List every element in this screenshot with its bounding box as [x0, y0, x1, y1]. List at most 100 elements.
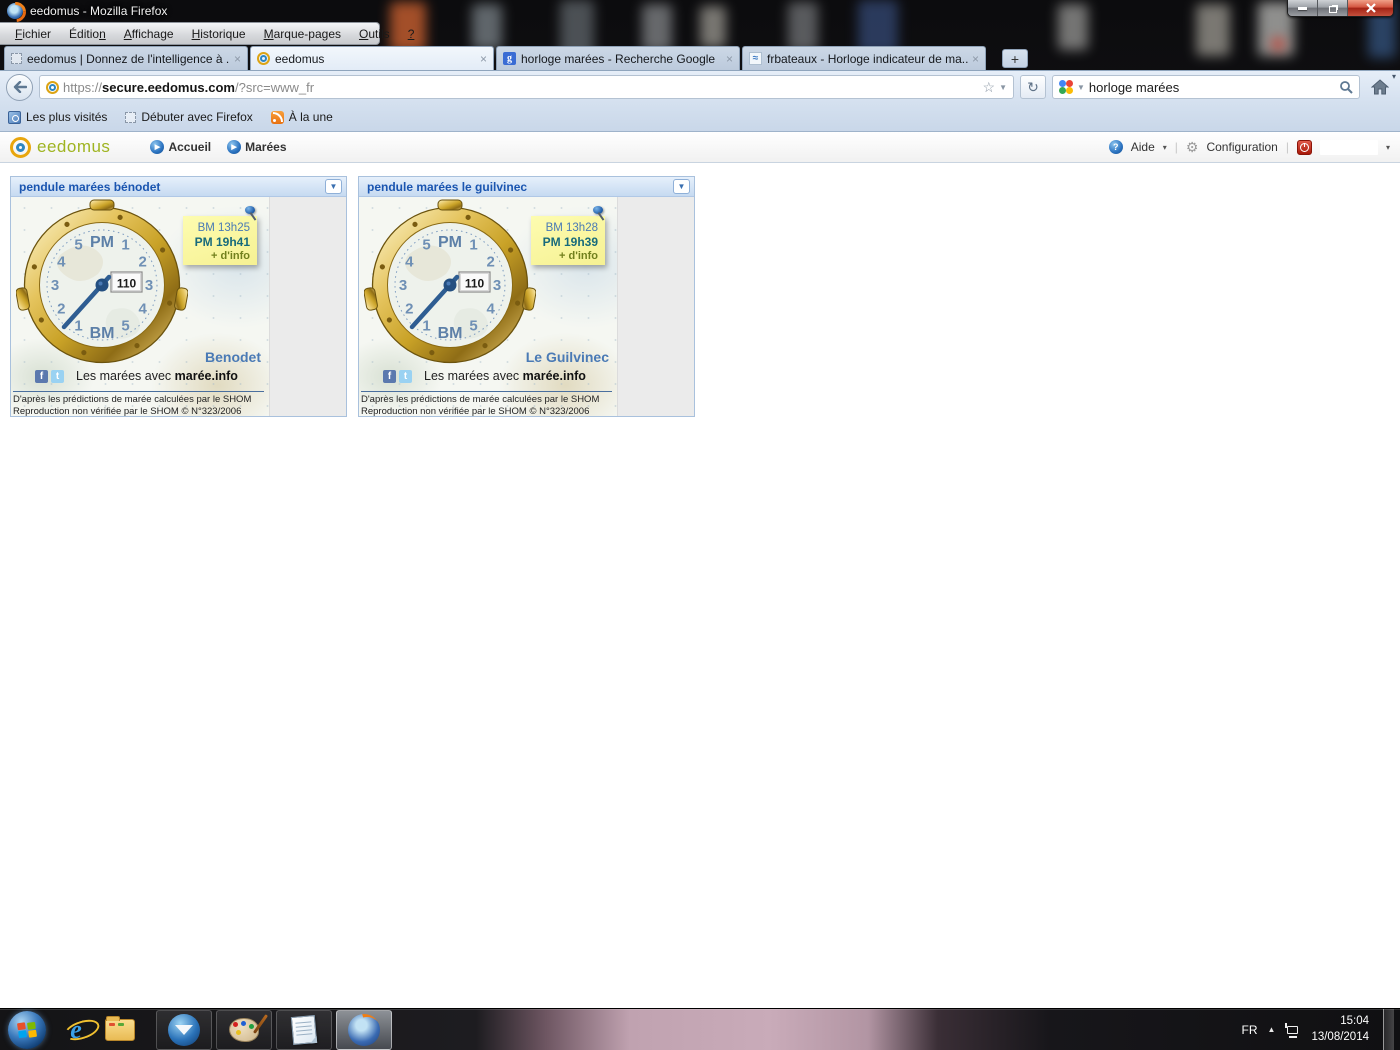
widget-header: pendule marées bénodet ▼: [11, 177, 346, 197]
taskbar-notepad[interactable]: [276, 1010, 332, 1050]
svg-text:1: 1: [469, 237, 477, 254]
window-controls: [1287, 0, 1394, 17]
menu-historique[interactable]: Historique: [183, 25, 255, 43]
tab-close-icon[interactable]: ×: [234, 52, 241, 66]
facebook-icon[interactable]: f: [383, 370, 396, 383]
tab-eedomus-secure[interactable]: eedomus ×: [250, 46, 494, 70]
taskbar-explorer[interactable]: [98, 1010, 142, 1050]
widget-title: pendule marées bénodet: [19, 180, 325, 194]
menu-bar: Fichier Édition Affichage Historique Mar…: [0, 22, 380, 45]
taskbar-firefox-active[interactable]: [336, 1010, 392, 1050]
svg-text:2: 2: [487, 254, 495, 271]
maree-info-caption[interactable]: Les marées avec marée.info: [76, 369, 238, 383]
menu-affichage[interactable]: Affichage: [115, 25, 183, 43]
high-tide-time: PM 19h41: [183, 235, 250, 250]
widget-panel-benodet: pendule marées bénodet ▼: [10, 176, 347, 417]
tab-strip: eedomus | Donnez de l'intelligence à ...…: [0, 45, 1400, 70]
shom-fineprint: D'après les prédictions de marée calculé…: [361, 394, 617, 416]
high-tide-time: PM 19h39: [531, 235, 598, 250]
start-button[interactable]: [8, 1011, 46, 1049]
tide-widget-image[interactable]: PM BM 1 2 3 4 5 1 2 3 4 5 110: [359, 197, 617, 416]
menu-aide[interactable]: ?: [399, 25, 424, 43]
show-desktop-button[interactable]: [1383, 1009, 1394, 1050]
bookmark-getting-started[interactable]: Débuter avec Firefox: [125, 110, 252, 124]
minimize-button[interactable]: [1288, 0, 1318, 16]
back-button[interactable]: [6, 74, 33, 101]
divider: [361, 391, 612, 392]
tab-frbateaux[interactable]: ≈ frbateaux - Horloge indicateur de ma..…: [742, 46, 986, 70]
taskbar: e FR ▲ 15:04 13/08/2014: [0, 1008, 1400, 1050]
eedomus-logo[interactable]: eedomus: [10, 137, 110, 158]
tide-widget-image[interactable]: PM BM 1 2 3 4 5 1 2 3 4 5 110: [11, 197, 269, 416]
svg-text:5: 5: [469, 318, 477, 335]
arrow-circle-icon: ▶: [150, 140, 164, 154]
low-tide-time: BM 13h28: [531, 221, 598, 235]
eedomus-favicon-icon: [257, 52, 270, 65]
tab-close-icon[interactable]: ×: [480, 52, 487, 66]
page-content: pendule marées bénodet ▼: [0, 163, 1400, 1008]
gear-icon: ⚙: [1186, 139, 1199, 156]
widget-header: pendule marées le guilvinec ▼: [359, 177, 694, 197]
language-indicator[interactable]: FR: [1242, 1023, 1258, 1037]
url-dropdown-icon[interactable]: ▼: [999, 83, 1007, 92]
configuration-link[interactable]: Configuration: [1206, 140, 1277, 154]
pushpin-icon: [245, 206, 255, 214]
twitter-icon[interactable]: t: [51, 370, 64, 383]
arrow-circle-icon: ▶: [227, 140, 241, 154]
chevron-down-icon[interactable]: ▾: [1386, 143, 1390, 152]
bookmark-most-visited[interactable]: Les plus visités: [8, 110, 107, 124]
firefox-icon: [7, 3, 23, 19]
network-icon[interactable]: [1285, 1023, 1301, 1037]
maree-info-caption[interactable]: Les marées avec marée.info: [424, 369, 586, 383]
search-engine-dropdown-icon[interactable]: ▼: [1077, 83, 1085, 92]
tide-note[interactable]: BM 13h25 PM 19h41 + d'info: [183, 216, 257, 265]
search-icon[interactable]: [1339, 80, 1353, 94]
google-icon: [1059, 80, 1073, 94]
search-bar[interactable]: ▼ horloge marées: [1052, 75, 1360, 99]
menu-fichier[interactable]: Fichier: [6, 25, 60, 43]
facebook-icon[interactable]: f: [35, 370, 48, 383]
widget-menu-button[interactable]: ▼: [673, 179, 690, 194]
more-info-link[interactable]: + d'info: [531, 250, 598, 264]
eedomus-logo-text: eedomus: [37, 137, 110, 157]
tab-google-search[interactable]: g horloge marées - Recherche Google ×: [496, 46, 740, 70]
tab-close-icon[interactable]: ×: [972, 52, 979, 66]
nav-label: Accueil: [168, 140, 211, 154]
home-button[interactable]: [1366, 74, 1394, 100]
eedomus-logo-icon: [10, 137, 31, 158]
tide-clock: PM BM 1 2 3 4 5 1 2 3 4 5 110: [16, 199, 188, 371]
help-menu[interactable]: Aide: [1131, 140, 1155, 154]
divider: |: [1175, 140, 1178, 154]
nav-marees[interactable]: ▶ Marées: [227, 140, 286, 154]
tab-eedomus-www[interactable]: eedomus | Donnez de l'intelligence à ...…: [4, 46, 248, 70]
twitter-icon[interactable]: t: [399, 370, 412, 383]
tide-note[interactable]: BM 13h28 PM 19h39 + d'info: [531, 216, 605, 265]
navigation-toolbar: https://secure.eedomus.com/?src=www_fr ☆…: [0, 70, 1400, 103]
clock[interactable]: 15:04 13/08/2014: [1311, 1014, 1369, 1045]
close-button[interactable]: [1348, 0, 1393, 16]
tab-close-icon[interactable]: ×: [726, 52, 733, 66]
taskbar-paint[interactable]: [216, 1010, 272, 1050]
url-bar[interactable]: https://secure.eedomus.com/?src=www_fr ☆…: [39, 75, 1014, 99]
more-info-link[interactable]: + d'info: [183, 250, 250, 264]
menu-marque-pages[interactable]: Marque-pages: [255, 25, 350, 43]
eedomus-toolbar: eedomus ▶ Accueil ▶ Marées ? Aide ▾ | ⚙ …: [0, 132, 1400, 163]
tray-expand-icon[interactable]: ▲: [1268, 1025, 1276, 1034]
overflow-chevron-icon[interactable]: ▾: [1392, 72, 1396, 81]
widget-menu-button[interactable]: ▼: [325, 179, 342, 194]
logout-power-icon[interactable]: [1297, 140, 1312, 155]
taskbar-thunderbird[interactable]: [156, 1010, 212, 1050]
search-input[interactable]: horloge marées: [1089, 80, 1335, 95]
bookmark-latest-headlines[interactable]: À la une: [271, 110, 333, 124]
menu-outils[interactable]: Outils: [350, 25, 399, 43]
taskbar-internet-explorer[interactable]: e: [54, 1010, 98, 1050]
bookmark-star-icon[interactable]: ☆: [983, 79, 996, 96]
bookmarks-bar: Les plus visités Débuter avec Firefox À …: [0, 103, 1400, 132]
reload-button[interactable]: ↻: [1020, 75, 1046, 99]
new-tab-button[interactable]: +: [1002, 49, 1028, 68]
menu-edition[interactable]: Édition: [60, 25, 115, 43]
firefox-icon: [348, 1014, 380, 1046]
restore-button[interactable]: [1318, 0, 1348, 16]
nav-accueil[interactable]: ▶ Accueil: [150, 140, 211, 154]
google-favicon-icon: g: [503, 52, 516, 65]
